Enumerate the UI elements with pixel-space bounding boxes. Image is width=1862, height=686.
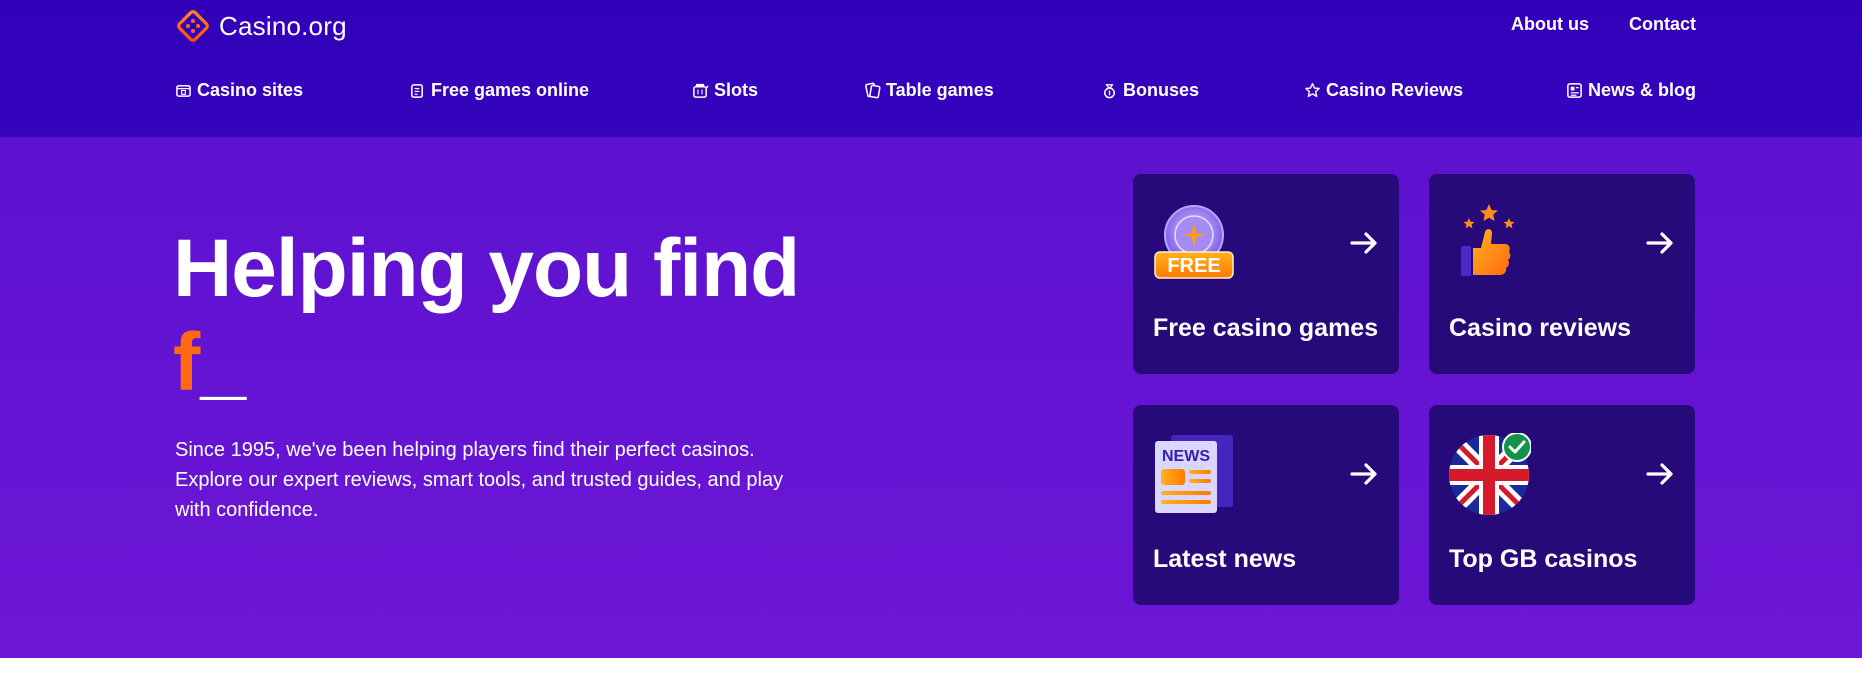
newspaper-icon: NEWS xyxy=(1155,435,1233,513)
arrow-right-icon xyxy=(1646,232,1673,254)
bonuses-icon xyxy=(1104,84,1115,99)
typing-cursor: _ xyxy=(200,317,246,408)
arrow-right-icon xyxy=(1350,463,1377,485)
nav-label: Table games xyxy=(886,80,994,100)
card-casino-reviews[interactable]: Casino reviews xyxy=(1429,174,1695,374)
nav-item-slots[interactable]: Slots xyxy=(692,80,758,101)
free-chip-text: FREE xyxy=(1167,255,1220,277)
nav-item-free-games[interactable]: Free games online xyxy=(409,80,589,101)
card-label: Latest news xyxy=(1153,545,1297,573)
uk-flag-check-icon xyxy=(1449,433,1531,515)
card-free-casino-games[interactable]: FREE Free casino games xyxy=(1133,174,1399,374)
hero-title: Helping you find xyxy=(173,223,800,314)
card-top-gb-casinos[interactable]: Top GB casinos xyxy=(1429,405,1695,605)
nav-item-bonuses[interactable]: Bonuses xyxy=(1101,80,1199,101)
main-nav: Casino sites Free games online Slots Tab… xyxy=(175,80,1696,106)
table-games-icon xyxy=(865,82,881,99)
nav-label: News & blog xyxy=(1588,80,1697,100)
hero-typed-text: f_ xyxy=(173,315,246,411)
free-chip-icon: FREE xyxy=(1154,205,1234,279)
nav-label: Slots xyxy=(714,80,759,100)
card-label: Casino reviews xyxy=(1449,314,1632,342)
logo-text: Casino.org xyxy=(219,10,347,41)
arrow-right-icon xyxy=(1350,232,1377,254)
slots-icon xyxy=(693,83,709,98)
site-logo[interactable]: Casino.org xyxy=(175,8,347,44)
nav-item-casino-sites[interactable]: Casino sites xyxy=(175,80,303,101)
hero-description: Since 1995, we've been helping players f… xyxy=(175,439,784,521)
news-icon-text: NEWS xyxy=(1162,448,1210,465)
hero-section: Helping you find f_ Since 1995, we've be… xyxy=(0,137,1862,658)
typed-text: f xyxy=(173,317,201,408)
star-icon xyxy=(1305,82,1320,98)
news-icon xyxy=(1567,83,1582,98)
arrow-right-icon xyxy=(1646,463,1673,485)
nav-label: Free games online xyxy=(431,80,590,100)
free-games-icon xyxy=(411,84,423,98)
site-header: Casino.org About us Contact Casino sites… xyxy=(0,0,1862,137)
about-us-link[interactable]: About us xyxy=(1511,14,1589,35)
top-links: About us Contact xyxy=(1511,14,1696,35)
nav-label: Casino sites xyxy=(197,80,304,100)
nav-item-news-blog[interactable]: News & blog xyxy=(1566,80,1696,101)
card-label: Free casino games xyxy=(1153,314,1379,342)
contact-link[interactable]: Contact xyxy=(1629,14,1696,35)
thumbs-up-stars-icon xyxy=(1461,204,1515,276)
card-label: Top GB casinos xyxy=(1449,545,1638,573)
casino-logo-icon xyxy=(177,10,209,42)
nav-label: Casino Reviews xyxy=(1326,80,1464,100)
nav-label: Bonuses xyxy=(1123,80,1200,100)
card-latest-news[interactable]: NEWS Latest news xyxy=(1133,405,1399,605)
nav-item-casino-reviews[interactable]: Casino Reviews xyxy=(1304,80,1463,101)
casino-sites-icon xyxy=(176,85,191,97)
nav-item-table-games[interactable]: Table games xyxy=(864,80,994,101)
